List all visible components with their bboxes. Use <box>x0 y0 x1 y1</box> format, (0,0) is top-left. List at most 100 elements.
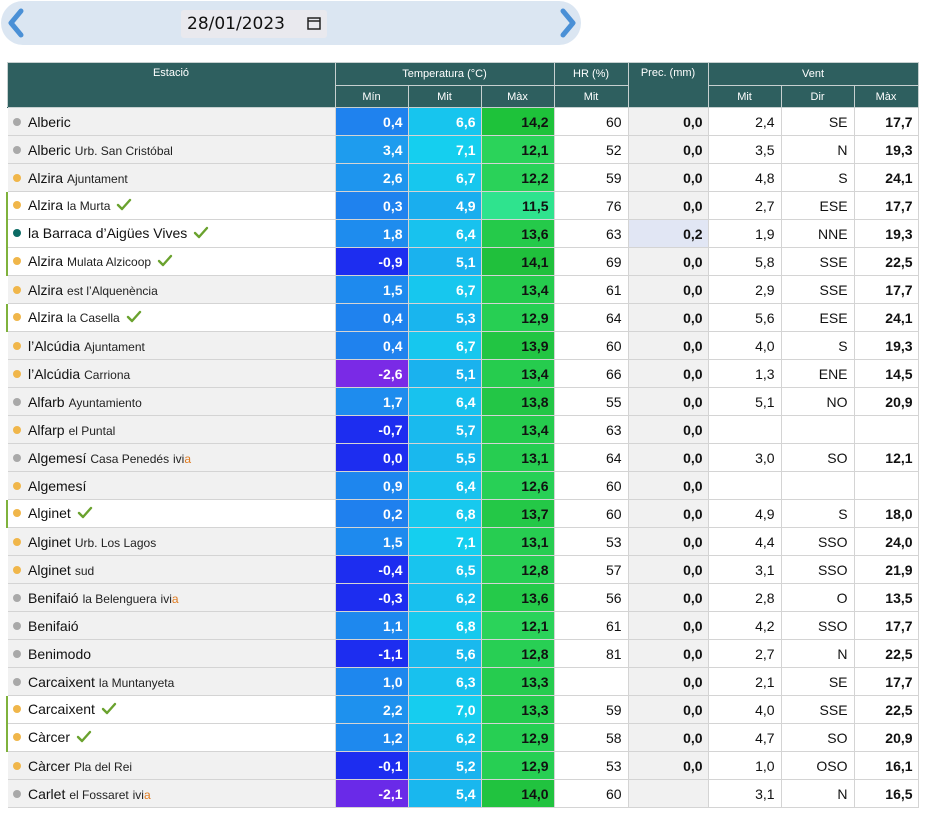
table-row[interactable]: Algemesí Casa Penedés ivia 0,0 5,5 13,1 64 0,0… <box>7 443 919 472</box>
station-cell[interactable]: Benimodo <box>7 639 336 668</box>
station-cell[interactable]: Carcaixent la Muntanyeta <box>7 667 336 696</box>
humidity-cell: 55 <box>553 387 629 416</box>
station-cell[interactable]: Alberic <box>7 107 336 136</box>
header-wind-dir[interactable]: Dir <box>780 85 855 108</box>
station-cell[interactable]: Alginet <box>6 499 336 528</box>
header-temp-min[interactable]: Mín <box>334 85 409 108</box>
table-row[interactable]: Alginet sud -0,4 6,5 12,8 57 0,0 3,1 SSO 21,9 <box>7 555 919 584</box>
table-row[interactable]: Alfarp el Puntal -0,7 5,7 13,4 63 0,0 <box>7 415 919 444</box>
temp-max-cell: 13,7 <box>480 499 555 528</box>
wind-dir-cell: SSE <box>780 695 855 724</box>
station-cell[interactable]: Alzira la Murta <box>6 191 336 220</box>
station-cell[interactable]: Alfarb Ayuntamiento <box>7 387 336 416</box>
station-location: la Murta <box>67 198 111 213</box>
station-cell[interactable]: Carlet el Fossaret ivia <box>7 779 336 808</box>
table-row[interactable]: Alberic Urb. San Cristóbal 3,4 7,1 12,1 52 0,0… <box>7 135 919 164</box>
header-wind-mit[interactable]: Mit <box>707 85 782 108</box>
temp-max-cell: 13,4 <box>480 275 555 304</box>
wind-mit-cell: 4,0 <box>707 695 782 724</box>
table-row[interactable]: l’Alcúdia Carriona -2,6 5,1 13,4 66 0,0 1,3 ENE 1… <box>7 359 919 388</box>
station-cell[interactable]: Algemesí <box>7 471 336 500</box>
precipitation-cell: 0,0 <box>627 247 709 276</box>
station-cell[interactable]: Benifaió <box>7 611 336 640</box>
temp-mit-cell: 6,2 <box>407 583 482 612</box>
station-cell[interactable]: Alfarp el Puntal <box>7 415 336 444</box>
station-cell[interactable]: Càrcer <box>6 723 336 752</box>
checkmark-icon <box>157 254 173 271</box>
station-cell[interactable]: Benifaió la Belenguera ivia <box>7 583 336 612</box>
station-location: Urb. San Cristóbal <box>74 143 173 158</box>
status-dot-icon <box>13 677 21 686</box>
precipitation-cell <box>627 779 709 808</box>
table-row[interactable]: l’Alcúdia Ajuntament 0,4 6,7 13,9 60 0,0 4,0 S 19… <box>7 331 919 360</box>
temp-mit-cell: 6,8 <box>407 611 482 640</box>
date-input[interactable]: 28/01/2023 <box>181 10 327 38</box>
temp-min-cell: 1,7 <box>334 387 409 416</box>
table-row[interactable]: Alzira est l’Alquenència 1,5 6,7 13,4 61 0,0 2,… <box>7 275 919 304</box>
table-row[interactable]: Carcaixent la Muntanyeta 1,0 6,3 13,3 0,0 2,1 S… <box>7 667 919 696</box>
station-cell[interactable]: Alberic Urb. San Cristóbal <box>7 135 336 164</box>
station-cell[interactable]: Alginet sud <box>7 555 336 584</box>
station-cell[interactable]: Alginet Urb. Los Lagos <box>7 527 336 556</box>
status-dot-icon <box>13 704 21 713</box>
table-row[interactable]: Alberic 0,4 6,6 14,2 60 0,0 2,4 SE 17,7 <box>7 107 919 136</box>
status-dot-icon <box>13 145 21 154</box>
header-humidity[interactable]: HR (%) <box>553 62 629 86</box>
precipitation-cell: 0,0 <box>627 415 709 444</box>
table-row[interactable]: Alginet 0,2 6,8 13,7 60 0,0 4,9 S 18,0 <box>6 499 919 528</box>
table-row[interactable]: la Barraca d’Aigües Vives 1,8 6,4 13,6 63 0,2… <box>6 219 919 248</box>
station-location: Mulata Alzicoop <box>67 254 152 269</box>
table-row[interactable]: Alginet Urb. Los Lagos 1,5 7,1 13,1 53 0,0 4,4 S… <box>7 527 919 556</box>
header-hr-mit[interactable]: Mit <box>553 85 629 108</box>
station-cell[interactable]: Carcaixent <box>6 695 336 724</box>
calendar-icon[interactable] <box>307 16 321 30</box>
station-location: la Casella <box>67 310 120 325</box>
station-cell[interactable]: Algemesí Casa Penedés ivia <box>7 443 336 472</box>
next-day-button[interactable] <box>551 5 585 41</box>
table-row[interactable]: Alzira Ajuntament 2,6 6,7 12,2 59 0,0 4,8 S 24,1 <box>7 163 919 192</box>
station-cell[interactable]: Alzira la Casella <box>6 303 336 332</box>
temp-min-cell: -0,4 <box>334 555 409 584</box>
table-row[interactable]: Alzira la Casella 0,4 5,3 12,9 64 0,0 5,6 ESE 24,… <box>6 303 919 332</box>
table-row[interactable]: Benifaió la Belenguera ivia -0,3 6,2 13,6 56 0… <box>7 583 919 612</box>
station-cell[interactable]: Càrcer Pla del Rei <box>7 751 336 780</box>
precipitation-cell: 0,0 <box>627 331 709 360</box>
temp-min-cell: 0,0 <box>334 443 409 472</box>
header-temperature[interactable]: Temperatura (°C) <box>334 62 555 86</box>
station-name: Càrcer <box>28 757 71 774</box>
station-cell[interactable]: Alzira Ajuntament <box>7 163 336 192</box>
wind-max-cell: 13,5 <box>853 583 919 612</box>
temp-min-cell: 1,1 <box>334 611 409 640</box>
station-cell[interactable]: Alzira est l’Alquenència <box>7 275 336 304</box>
previous-day-button[interactable] <box>1 5 35 41</box>
table-row[interactable]: Càrcer 1,2 6,2 12,9 58 0,0 4,7 SO 20,9 <box>6 723 919 752</box>
station-cell[interactable]: l’Alcúdia Carriona <box>7 359 336 388</box>
header-temp-max[interactable]: Màx <box>480 85 555 108</box>
table-row[interactable]: Carlet el Fossaret ivia -2,1 5,4 14,0 60 3,1 N 1… <box>7 779 919 808</box>
table-row[interactable]: Alzira la Murta 0,3 4,9 11,5 76 0,0 2,7 ESE 17,7 <box>6 191 919 220</box>
table-row[interactable]: Alzira Mulata Alzicoop -0,9 5,1 14,1 69 0,0 5,8… <box>6 247 919 276</box>
table-row[interactable]: Benifaió 1,1 6,8 12,1 61 0,0 4,2 SSO 17,7 <box>7 611 919 640</box>
ivia-logo: ivia <box>132 787 151 802</box>
header-wind-max[interactable]: Màx <box>853 85 919 108</box>
table-row[interactable]: Alfarb Ayuntamiento 1,7 6,4 13,8 55 0,0 5,1 NO 20… <box>7 387 919 416</box>
station-location: Pla del Rei <box>74 759 133 774</box>
temp-max-cell: 13,4 <box>480 359 555 388</box>
temp-max-cell: 13,4 <box>480 415 555 444</box>
table-row[interactable]: Benimodo -1,1 5,6 12,8 81 0,0 2,7 N 22,5 <box>7 639 919 668</box>
header-station[interactable]: Estació <box>6 62 336 108</box>
table-row[interactable]: Algemesí 0,9 6,4 12,6 60 0,0 <box>7 471 919 500</box>
wind-dir-cell: N <box>780 779 855 808</box>
station-cell[interactable]: la Barraca d’Aigües Vives <box>6 219 336 248</box>
precipitation-cell: 0,0 <box>627 387 709 416</box>
temp-max-cell: 13,3 <box>480 695 555 724</box>
temp-mit-cell: 6,5 <box>407 555 482 584</box>
header-wind[interactable]: Vent <box>707 62 919 86</box>
precipitation-cell: 0,0 <box>627 163 709 192</box>
station-cell[interactable]: l’Alcúdia Ajuntament <box>7 331 336 360</box>
table-row[interactable]: Càrcer Pla del Rei -0,1 5,2 12,9 53 0,0 1,0 OSO 1… <box>7 751 919 780</box>
header-precipitation[interactable]: Prec. (mm) <box>627 62 709 108</box>
header-temp-mit[interactable]: Mit <box>407 85 482 108</box>
table-row[interactable]: Carcaixent 2,2 7,0 13,3 59 0,0 4,0 SSE 22,5 <box>6 695 919 724</box>
station-cell[interactable]: Alzira Mulata Alzicoop <box>6 247 336 276</box>
